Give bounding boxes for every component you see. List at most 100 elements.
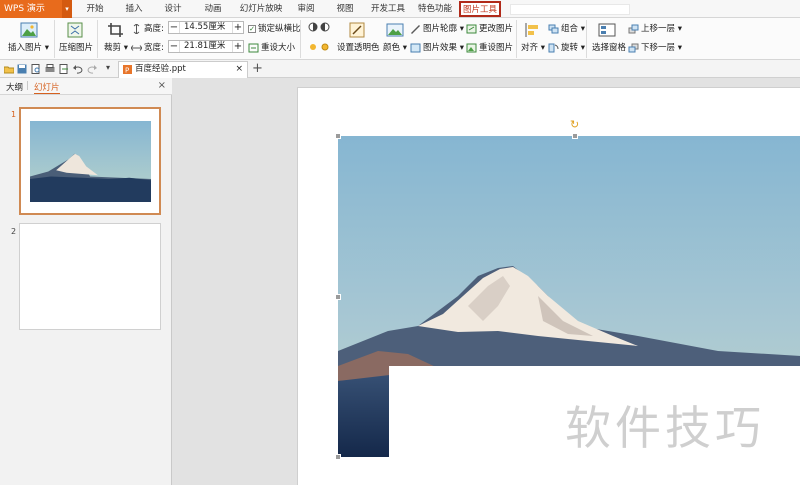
insert-picture-button[interactable]: 插入图片 ▾	[8, 41, 49, 53]
set-transparent-color-icon	[349, 22, 365, 38]
rotate-icon	[548, 43, 559, 52]
tab-picture-tools[interactable]: 图片工具	[459, 1, 501, 17]
document-tab-title: 百度经验.ppt	[135, 64, 186, 74]
reset-picture-button[interactable]: 重设图片	[466, 41, 513, 53]
app-name: WPS 演示	[4, 4, 45, 14]
tab-home[interactable]: 开始	[80, 0, 110, 18]
print-preview-icon[interactable]	[31, 64, 41, 74]
reset-picture-label: 重设图片	[479, 43, 514, 53]
compress-picture-button[interactable]: 压缩图片	[59, 41, 93, 53]
tab-features[interactable]: 特色功能	[413, 0, 457, 18]
resize-handle-bottom-left[interactable]	[335, 454, 341, 460]
send-backward-button[interactable]: 下移一层 ▾	[628, 41, 682, 53]
quick-access-bar: ▾ P 百度经验.ppt × +	[0, 60, 800, 78]
document-tab[interactable]: P 百度经验.ppt ×	[118, 61, 248, 78]
send-backward-icon	[628, 43, 639, 52]
tab-insert[interactable]: 插入	[119, 0, 149, 18]
quick-access-dropdown-icon[interactable]: ▾	[106, 63, 110, 72]
ribbon-toolbar: 插入图片 ▾ 压缩图片 裁剪 ▾ 高度: − 14.55厘米 + 宽度: − 2…	[0, 18, 800, 60]
slide-thumbnail-1[interactable]	[19, 107, 161, 215]
width-value[interactable]: 21.81厘米	[184, 41, 225, 52]
svg-text:P: P	[125, 67, 129, 75]
width-increase-button[interactable]: +	[232, 41, 243, 52]
height-stepper[interactable]: − 14.55厘米 +	[168, 21, 244, 34]
selection-pane-button[interactable]: 选择窗格	[592, 41, 626, 53]
slides-panel-header: 大纲 | 幻灯片 ×	[0, 78, 172, 95]
align-button[interactable]: 对齐 ▾	[521, 41, 545, 53]
picture-outline-label: 图片轮廓	[423, 24, 458, 34]
width-decrease-button[interactable]: −	[169, 41, 180, 52]
rotate-button[interactable]: 旋转 ▾	[548, 41, 585, 53]
align-label: 对齐	[521, 43, 539, 53]
width-stepper[interactable]: − 21.81厘米 +	[168, 40, 244, 53]
tab-slides[interactable]: 幻灯片	[34, 81, 60, 94]
menu-bar: WPS 演示 ▾ 开始 插入 设计 动画 幻灯片放映 审阅 视图 开发工具 特色…	[0, 0, 800, 18]
picture-effects-button[interactable]: 图片效果 ▾	[410, 41, 464, 53]
mountain-thumbnail-image	[30, 121, 151, 202]
save-icon[interactable]	[17, 64, 27, 74]
selection-pane-icon	[598, 23, 616, 37]
height-increase-button[interactable]: +	[232, 22, 243, 33]
picture-color-label: 颜色	[383, 43, 401, 53]
close-panel-icon[interactable]: ×	[158, 80, 166, 91]
tab-outline[interactable]: 大纲	[6, 81, 23, 93]
tab-design[interactable]: 设计	[158, 0, 188, 18]
tab-slideshow[interactable]: 幻灯片放映	[236, 0, 286, 18]
ribbon-separator	[97, 20, 98, 58]
redo-icon[interactable]	[87, 64, 97, 74]
ribbon-separator	[300, 20, 301, 58]
export-icon[interactable]	[59, 64, 69, 74]
reset-size-button[interactable]: 重设大小	[248, 41, 295, 53]
crop-button[interactable]: 裁剪 ▾	[104, 41, 128, 53]
tab-view[interactable]: 视图	[330, 0, 360, 18]
close-tab-icon[interactable]: ×	[235, 62, 243, 77]
slide-number: 2	[11, 227, 17, 236]
open-file-icon[interactable]	[4, 64, 14, 74]
picture-effects-icon	[410, 43, 421, 52]
group-label: 组合	[561, 24, 579, 34]
picture-color-button[interactable]: 颜色 ▾	[383, 41, 407, 53]
ribbon-separator	[516, 20, 517, 58]
tab-review[interactable]: 审阅	[291, 0, 321, 18]
rotate-label: 旋转	[561, 43, 579, 53]
insert-picture-icon	[20, 22, 38, 38]
align-icon	[525, 23, 538, 37]
tab-animation[interactable]: 动画	[198, 0, 228, 18]
resize-handle-left[interactable]	[335, 294, 341, 300]
ribbon-separator	[54, 20, 55, 58]
app-menu-button[interactable]: WPS 演示 ▾	[0, 0, 72, 18]
lock-aspect-ratio-checkbox[interactable]: ✓ 锁定纵横比	[248, 22, 301, 34]
slide-thumbnail-2[interactable]	[19, 223, 161, 330]
app-menu-caret-icon[interactable]: ▾	[62, 0, 72, 18]
print-icon[interactable]	[45, 64, 55, 74]
insert-picture-label: 插入图片	[8, 43, 43, 53]
resize-handle-top[interactable]	[572, 133, 578, 139]
contrast-icon[interactable]	[308, 22, 332, 32]
height-decrease-button[interactable]: −	[169, 22, 180, 33]
tab-developer[interactable]: 开发工具	[366, 0, 410, 18]
send-backward-label: 下移一层	[641, 43, 676, 53]
picture-outline-button[interactable]: 图片轮廓 ▾	[410, 22, 464, 34]
change-picture-button[interactable]: 更改图片	[466, 22, 513, 34]
height-icon	[133, 23, 140, 34]
panel-tab-divider: |	[26, 81, 30, 91]
width-label: 宽度:	[131, 41, 164, 53]
checkbox-checked-icon[interactable]: ✓	[248, 24, 256, 33]
rotate-handle-icon[interactable]: ↻	[570, 118, 579, 131]
lock-aspect-ratio-label: 锁定纵横比	[258, 24, 301, 34]
resize-handle-top-left[interactable]	[335, 133, 341, 139]
brightness-icon[interactable]	[308, 42, 332, 52]
bring-forward-button[interactable]: 上移一层 ▾	[628, 22, 682, 34]
height-value[interactable]: 14.55厘米	[184, 22, 225, 33]
reset-size-icon	[248, 43, 259, 52]
undo-icon[interactable]	[73, 64, 83, 74]
new-tab-icon[interactable]: +	[252, 61, 263, 76]
set-transparent-color-button[interactable]: 设置透明色	[337, 41, 380, 53]
bring-forward-icon	[628, 24, 639, 33]
group-button[interactable]: 组合 ▾	[548, 22, 585, 34]
bring-forward-label: 上移一层	[641, 24, 676, 34]
menu-search-box[interactable]	[510, 4, 630, 15]
reset-size-label: 重设大小	[261, 43, 296, 53]
picture-color-icon	[386, 23, 404, 37]
crop-label: 裁剪	[104, 43, 122, 53]
